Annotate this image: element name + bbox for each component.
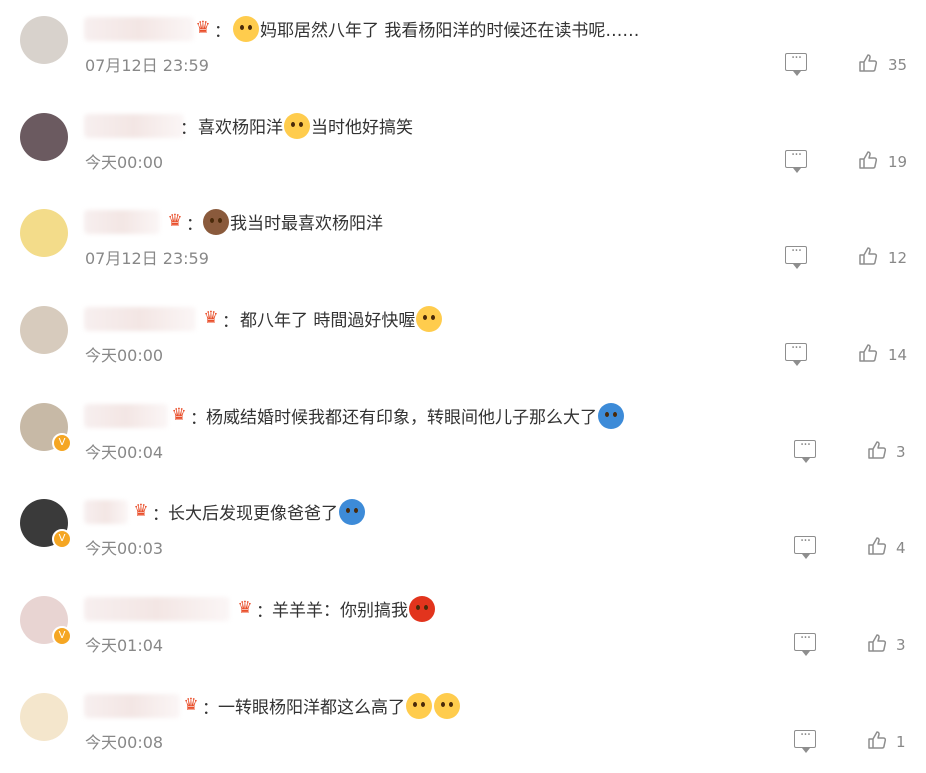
like-count: 19 <box>888 153 908 171</box>
comment-time: 07月12日 23:59 <box>85 249 209 268</box>
avatar[interactable] <box>20 209 68 257</box>
username-blurred[interactable] <box>84 114 184 138</box>
reply-icon[interactable] <box>794 727 816 753</box>
like-count: 14 <box>888 346 908 364</box>
reply-icon[interactable] <box>785 340 807 366</box>
reply-icon[interactable] <box>794 630 816 656</box>
comment-text: 长大后发现更像爸爸了 <box>168 499 366 526</box>
angry-emoji-icon <box>409 596 435 622</box>
laughing-emoji-icon <box>284 113 310 139</box>
comment-text: 羊羊羊：你别搞我 <box>272 596 436 623</box>
shocked-emoji-icon <box>434 693 460 719</box>
comment-item: ♛ ： 妈耶居然八年了 我看杨阳洋的时候还在读书呢…… 07月12日 23:59… <box>0 0 926 96</box>
like-count: 4 <box>896 539 906 557</box>
comment-item: ： 喜欢杨阳洋当时他好搞笑 今天00:00 19 <box>0 97 926 193</box>
colon: ： <box>256 602 273 622</box>
pleading-emoji-icon <box>416 306 443 332</box>
reply-icon[interactable] <box>785 243 807 269</box>
crown-badge-icon: ♛ <box>195 18 211 38</box>
comment-text: 一转眼杨阳洋都这么高了 <box>218 693 461 720</box>
verified-badge-icon: V <box>52 433 72 453</box>
like-count: 3 <box>896 636 906 654</box>
avatar[interactable] <box>20 113 68 161</box>
comment-text: 妈耶居然八年了 我看杨阳洋的时候还在读书呢…… <box>232 16 639 43</box>
comment-item: ♛ ： 一转眼杨阳洋都这么高了 今天00:08 1 <box>0 677 926 773</box>
verified-badge-icon: V <box>52 626 72 646</box>
like-icon[interactable] <box>858 246 878 266</box>
comment-text: 喜欢杨阳洋 当时他好搞笑 <box>198 113 413 140</box>
like-icon[interactable] <box>867 536 887 556</box>
colon: ： <box>186 215 203 235</box>
crown-badge-icon: ♛ <box>171 405 187 425</box>
reply-icon[interactable] <box>794 437 816 463</box>
like-icon[interactable] <box>867 633 887 653</box>
comment-text: 都八年了 時間過好快喔 <box>240 306 443 333</box>
comment-time: 07月12日 23:59 <box>85 56 209 75</box>
comment-time: 今天00:00 <box>85 346 164 365</box>
colon: ： <box>152 505 169 525</box>
crown-badge-icon: ♛ <box>237 598 253 618</box>
comment-item: ♛ ： 都八年了 時間過好快喔 今天00:00 14 <box>0 290 926 386</box>
like-icon[interactable] <box>867 730 887 750</box>
colon: ： <box>222 312 239 332</box>
like-icon[interactable] <box>858 53 878 73</box>
username-blurred[interactable] <box>84 210 160 234</box>
comment-time: 今天00:00 <box>85 153 164 172</box>
reply-icon[interactable] <box>785 50 807 76</box>
reply-icon[interactable] <box>794 533 816 559</box>
verified-badge-icon: V <box>52 529 72 549</box>
avatar[interactable] <box>20 693 68 741</box>
crown-badge-icon: ♛ <box>133 501 149 521</box>
colon: ： <box>190 409 207 429</box>
like-icon[interactable] <box>867 440 887 460</box>
avatar[interactable] <box>20 306 68 354</box>
comment-text: 杨威结婚时候我都还有印象，转眼间他儿子那么大了 <box>206 403 625 430</box>
comment-item: ♛ ： 我当时最喜欢杨阳洋 07月12日 23:59 12 <box>0 193 926 289</box>
username-blurred[interactable] <box>84 694 180 718</box>
comment-time: 今天00:03 <box>85 539 164 558</box>
avatar[interactable] <box>20 16 68 64</box>
like-count: 1 <box>896 733 906 751</box>
monkey-emoji-icon <box>203 209 229 235</box>
colon: ： <box>202 699 219 719</box>
comment-text: 我当时最喜欢杨阳洋 <box>202 209 383 236</box>
colon: ： <box>180 119 197 139</box>
like-count: 3 <box>896 443 906 461</box>
doraemon-emoji-icon <box>598 403 624 429</box>
like-count: 12 <box>888 249 908 267</box>
username-blurred[interactable] <box>84 404 168 428</box>
like-icon[interactable] <box>858 343 878 363</box>
comment-time: 今天00:08 <box>85 733 164 752</box>
username-blurred[interactable] <box>84 500 128 524</box>
like-icon[interactable] <box>858 150 878 170</box>
shocked-emoji-icon <box>406 693 432 719</box>
username-blurred[interactable] <box>84 17 194 41</box>
username-blurred[interactable] <box>84 597 230 621</box>
comment-item: V ♛ ： 杨威结婚时候我都还有印象，转眼间他儿子那么大了 今天00:04 3 <box>0 387 926 483</box>
crown-badge-icon: ♛ <box>203 308 219 328</box>
comment-item: V ♛ ： 长大后发现更像爸爸了 今天00:03 4 <box>0 483 926 579</box>
comment-time: 今天00:04 <box>85 443 164 462</box>
crying-laughing-emoji-icon <box>233 16 259 42</box>
like-count: 35 <box>888 56 908 74</box>
comment-item: V ♛ ： 羊羊羊：你别搞我 今天01:04 3 <box>0 580 926 676</box>
doraemon-emoji-icon <box>339 499 365 525</box>
comment-time: 今天01:04 <box>85 636 164 655</box>
crown-badge-icon: ♛ <box>167 211 183 231</box>
crown-badge-icon: ♛ <box>183 695 199 715</box>
username-blurred[interactable] <box>84 307 196 331</box>
colon: ： <box>214 22 231 42</box>
reply-icon[interactable] <box>785 147 807 173</box>
